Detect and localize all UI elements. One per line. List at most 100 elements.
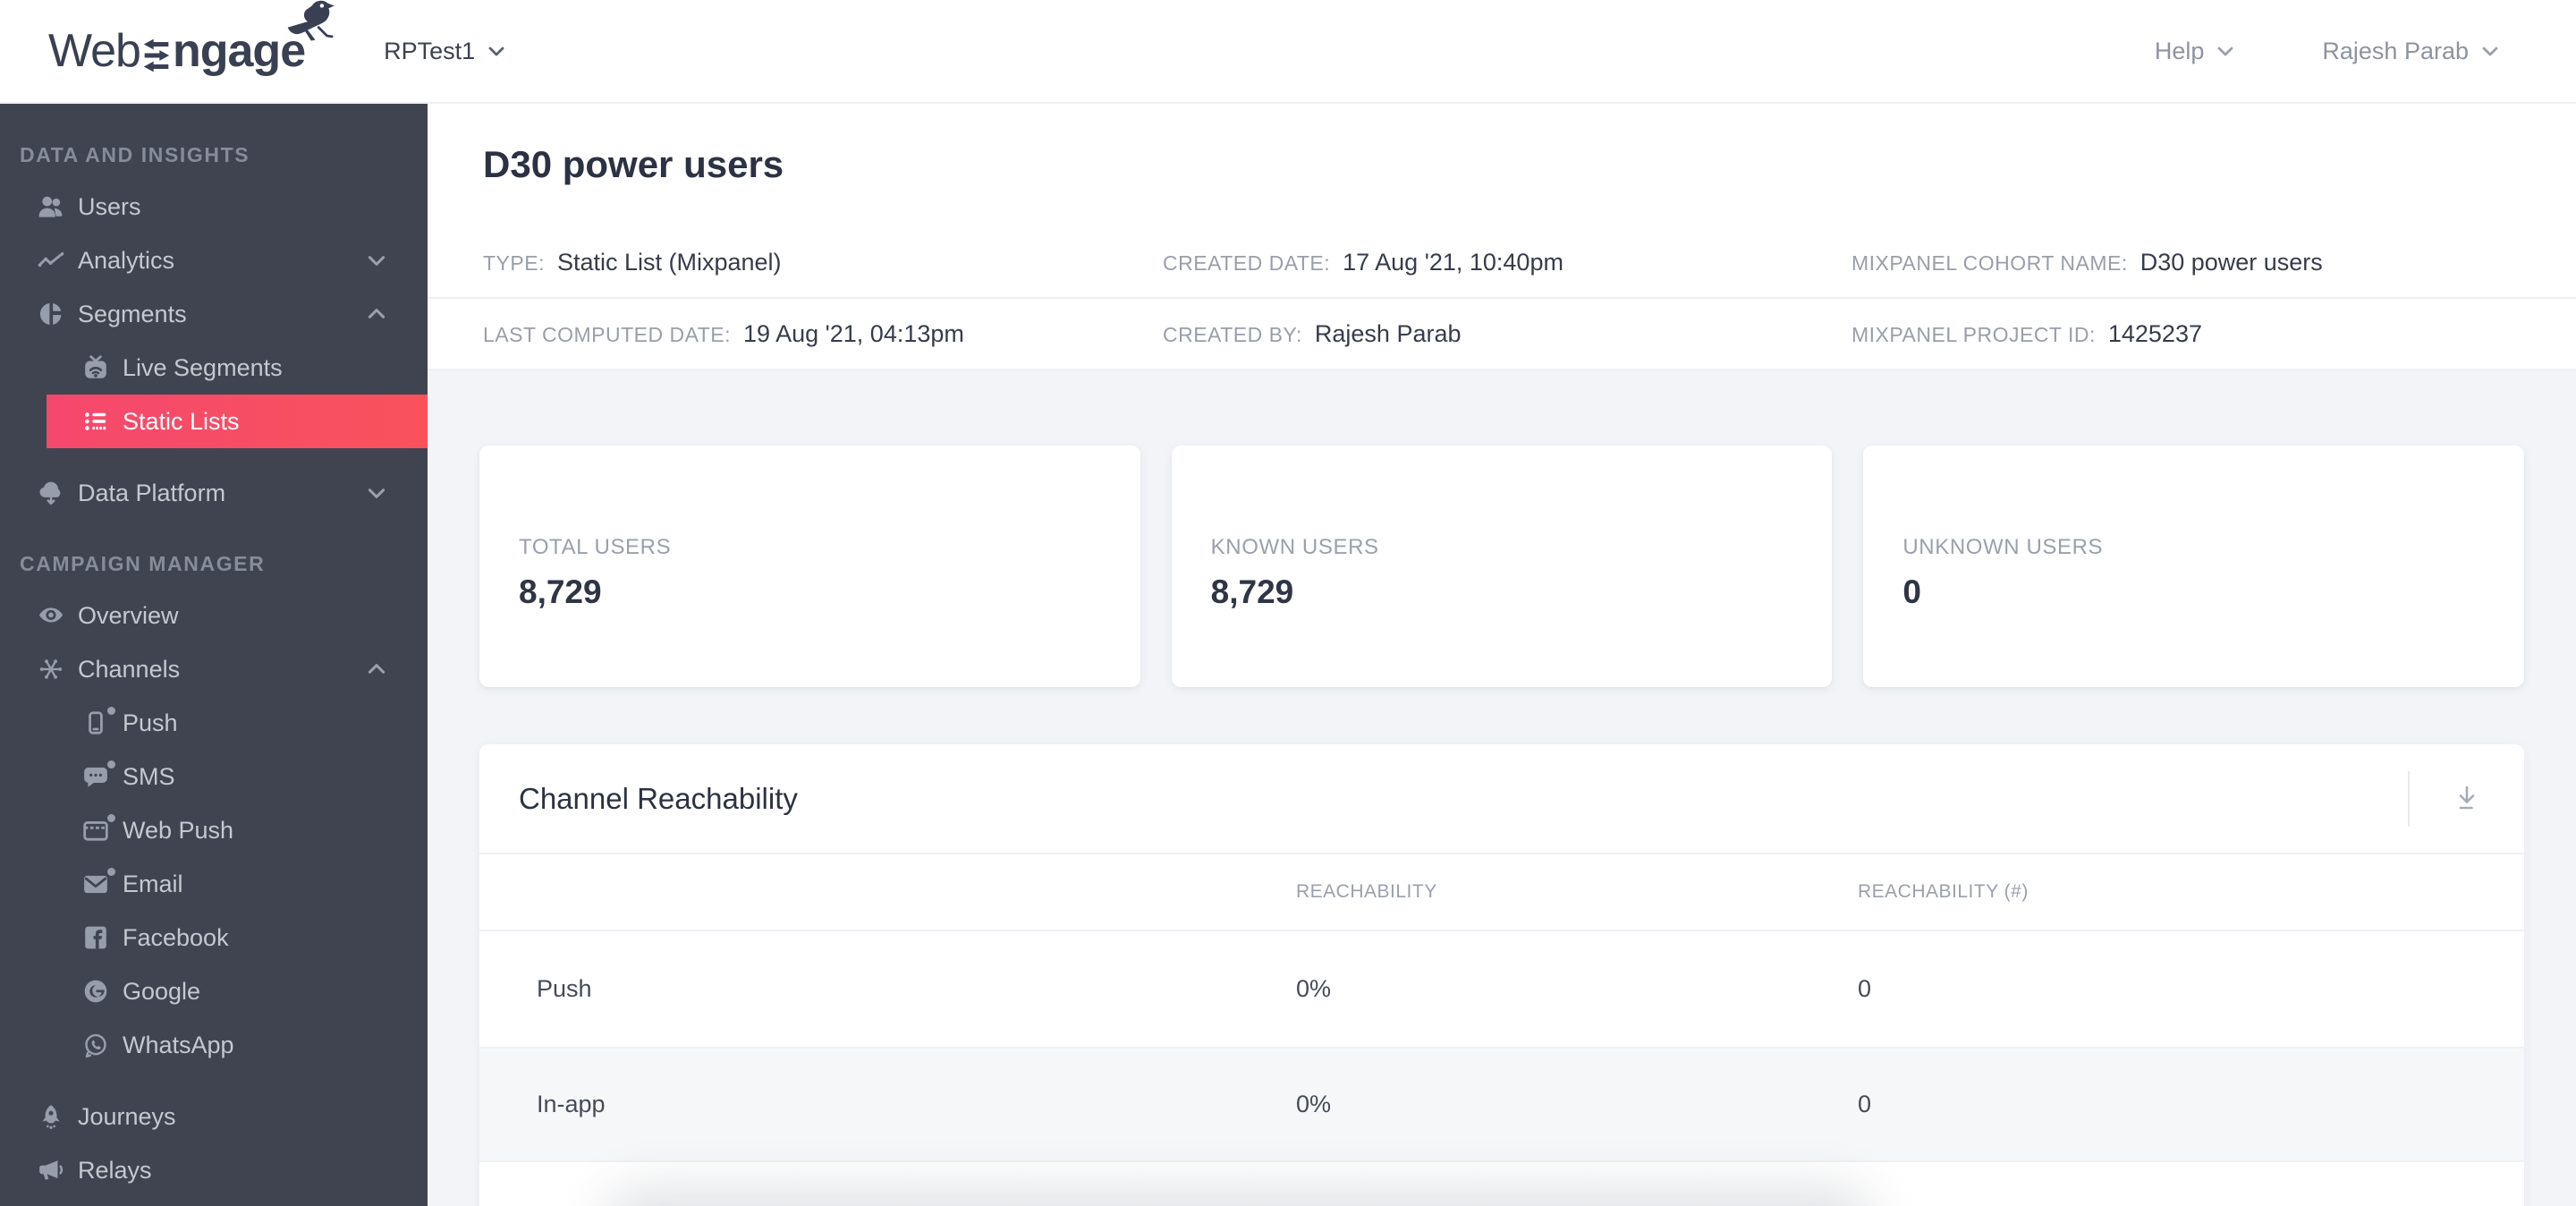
- page-header: D30 power users TYPE: Static List (Mixpa…: [428, 104, 2576, 370]
- sidebar-item-label: Analytics: [78, 246, 175, 274]
- sidebar-item-google[interactable]: Google: [0, 964, 428, 1018]
- stat-value: 0: [1902, 573, 1921, 610]
- sidebar-item-segments[interactable]: Segments: [0, 287, 428, 341]
- static-lists-icon: [80, 409, 111, 434]
- facebook-icon: [80, 925, 111, 950]
- sidebar-item-label: Overview: [78, 601, 179, 629]
- sidebar-item-whatsapp[interactable]: WhatsApp: [0, 1018, 428, 1072]
- email-icon: [80, 868, 115, 896]
- chevron-down-icon: [2482, 47, 2498, 56]
- logo-e-arrows-icon: [143, 38, 170, 72]
- panel-title: Channel Reachability: [519, 781, 798, 815]
- sidebar-item-data-platform[interactable]: Data Platform: [0, 466, 428, 520]
- sidebar-item-channels[interactable]: Channels: [0, 642, 428, 696]
- reachability-table-header: REACHABILITY REACHABILITY (#): [479, 854, 2524, 931]
- sidebar-item-relays[interactable]: Relays: [0, 1143, 428, 1197]
- metadata: TYPE: Static List (Mixpanel) CREATED DAT…: [428, 227, 2576, 370]
- sidebar: DATA AND INSIGHTS Users Analytics Segmen…: [0, 104, 428, 1206]
- chevron-down-icon: [488, 47, 504, 56]
- user-menu[interactable]: Rajesh Parab: [2322, 38, 2501, 65]
- sidebar-item-analytics[interactable]: Analytics: [0, 234, 428, 287]
- page-title: D30 power users: [483, 143, 784, 185]
- meta-label: TYPE:: [483, 251, 545, 275]
- live-segments-icon: [80, 355, 111, 380]
- meta-label: MIXPANEL COHORT NAME:: [1852, 251, 2128, 275]
- channel-name: In-app: [537, 1091, 606, 1117]
- channel-name: Push: [537, 975, 592, 1002]
- stat-label: TOTAL USERS: [519, 534, 672, 559]
- meta-label: CREATED DATE:: [1163, 251, 1331, 275]
- sidebar-item-users[interactable]: Users: [0, 180, 428, 234]
- sidebar-item-label: Email: [123, 870, 183, 897]
- column-reachability-count: REACHABILITY (#): [1858, 881, 2029, 902]
- whatsapp-icon: [80, 1032, 111, 1057]
- meta-value: 1425237: [2107, 319, 2202, 347]
- logo-text-web: Web: [48, 25, 141, 77]
- sidebar-item-label: WhatsApp: [123, 1031, 234, 1058]
- chevron-up-icon: [368, 664, 386, 674]
- sidebar-item-label: Static Lists: [123, 407, 240, 435]
- relays-icon: [36, 1158, 66, 1183]
- sidebar-item-label: Google: [123, 977, 201, 1005]
- project-dropdown[interactable]: RPTest1: [384, 38, 507, 65]
- push-icon: [80, 707, 115, 735]
- chevron-up-icon: [368, 309, 386, 318]
- nav-group-gap: [0, 448, 428, 466]
- meta-label: CREATED BY:: [1163, 322, 1302, 346]
- sidebar-item-label: Web Push: [123, 816, 234, 844]
- sidebar-item-label: Facebook: [123, 923, 229, 951]
- column-reachability: REACHABILITY: [1296, 881, 1437, 902]
- meta-type: TYPE: Static List (Mixpanel): [483, 249, 1163, 276]
- total-users-card: TOTAL USERS 8,729: [479, 446, 1140, 687]
- sidebar-item-label: Segments: [78, 300, 187, 327]
- nav-group-gap: [0, 1072, 428, 1090]
- meta-created-date: CREATED DATE: 17 Aug '21, 10:40pm: [1163, 249, 1852, 276]
- sidebar-item-static-lists[interactable]: Static Lists: [47, 395, 428, 448]
- download-button[interactable]: [2410, 783, 2524, 815]
- sidebar-item-label: Relays: [78, 1156, 152, 1184]
- sidebar-item-web-push[interactable]: Web Push: [0, 803, 428, 857]
- reachability-percent: 0%: [1296, 1091, 1332, 1117]
- topbar: Web ngage RPTest1 Help Rajesh Parab: [0, 0, 2576, 104]
- sidebar-item-label: Channels: [78, 655, 181, 683]
- meta-last-computed-date: LAST COMPUTED DATE: 19 Aug '21, 04:13pm: [483, 320, 1163, 348]
- stat-label: KNOWN USERS: [1210, 534, 1379, 559]
- chevron-down-icon: [368, 488, 386, 498]
- meta-label: MIXPANEL PROJECT ID:: [1852, 322, 2096, 346]
- chevron-down-icon: [2217, 47, 2233, 56]
- meta-created-by: CREATED BY: Rajesh Parab: [1163, 320, 1852, 348]
- sidebar-item-live-segments[interactable]: Live Segments: [0, 341, 428, 395]
- help-label: Help: [2154, 37, 2205, 64]
- sidebar-item-sms[interactable]: SMS: [0, 750, 428, 803]
- project-name: RPTest1: [384, 37, 476, 64]
- unknown-users-card: UNKNOWN USERS 0: [1863, 446, 2525, 687]
- metadata-row: LAST COMPUTED DATE: 19 Aug '21, 04:13pm …: [428, 299, 2576, 370]
- sidebar-item-journeys[interactable]: Journeys: [0, 1090, 428, 1143]
- stat-value: 8,729: [519, 573, 602, 610]
- meta-mixpanel-project-id: MIXPANEL PROJECT ID: 1425237: [1852, 320, 2576, 348]
- meta-value: Static List (Mixpanel): [556, 248, 782, 276]
- sidebar-item-overview[interactable]: Overview: [0, 589, 428, 642]
- topbar-right: Help Rajesh Parab: [2155, 38, 2501, 65]
- known-users-card: KNOWN USERS 8,729: [1171, 446, 1833, 687]
- logo-bird-icon: [287, 0, 335, 41]
- google-icon: [80, 979, 111, 1004]
- meta-value: 19 Aug '21, 04:13pm: [743, 319, 964, 347]
- reachability-count: 0: [1858, 1091, 1872, 1117]
- help-menu[interactable]: Help: [2155, 38, 2237, 65]
- webengage-logo[interactable]: Web ngage: [48, 0, 335, 78]
- web-push-icon: [80, 814, 115, 843]
- sidebar-item-label: Live Segments: [123, 353, 283, 381]
- stat-value: 8,729: [1210, 573, 1294, 610]
- main-content: D30 power users TYPE: Static List (Mixpa…: [428, 104, 2576, 1206]
- sidebar-item-email[interactable]: Email: [0, 857, 428, 911]
- data-platform-icon: [36, 480, 66, 505]
- sidebar-item-facebook[interactable]: Facebook: [0, 911, 428, 964]
- meta-value: 17 Aug '21, 10:40pm: [1343, 248, 1563, 276]
- table-row-in-app: In-app 0% 0: [479, 1047, 2524, 1162]
- reachability-percent: 0%: [1296, 975, 1332, 1002]
- sidebar-item-push[interactable]: Push: [0, 696, 428, 750]
- stat-label: UNKNOWN USERS: [1902, 534, 2104, 559]
- stat-cards: TOTAL USERS 8,729 KNOWN USERS 8,729 UNKN…: [428, 370, 2576, 687]
- reachability-count: 0: [1858, 975, 1872, 1002]
